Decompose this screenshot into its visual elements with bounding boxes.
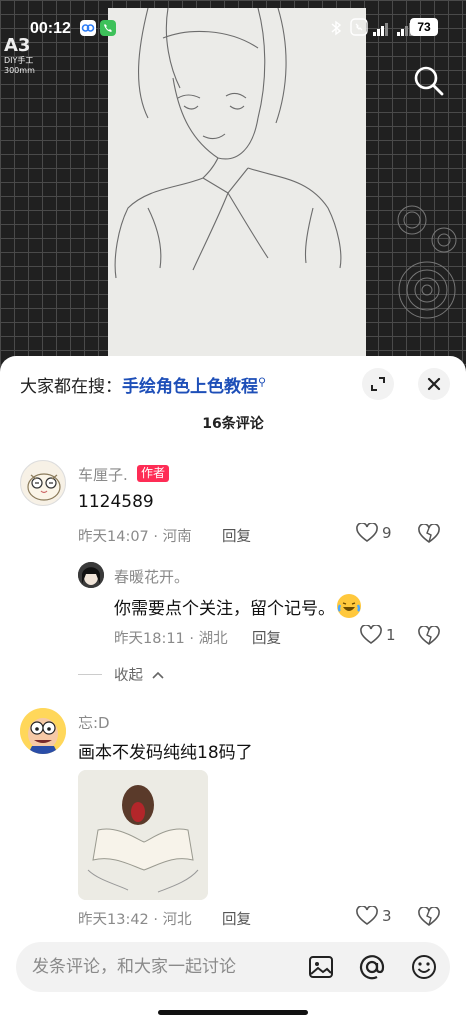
mat-sub2: 300mm — [4, 66, 35, 75]
image-icon — [309, 956, 333, 978]
trending-search[interactable]: 大家都在搜：手绘角色上色教程⚲ — [20, 372, 266, 397]
comment-text-content: 你需要点个关注，留个记号。 — [114, 599, 335, 619]
phone-notification-icon — [100, 20, 116, 36]
bluetooth-icon — [330, 20, 342, 40]
like-count: 3 — [382, 907, 392, 925]
avatar[interactable] — [20, 708, 66, 754]
avatar-cartoon — [20, 708, 66, 754]
trending-keyword[interactable]: 手绘角色上色教程 — [122, 377, 258, 397]
video-player[interactable]: A3 DIY手工 300mm 00:12 73 — [0, 0, 466, 372]
comment-meta: 昨天18:11 · 湖北 — [114, 631, 228, 647]
emoji-button[interactable] — [411, 954, 437, 980]
comment-username[interactable]: 忘:D — [78, 712, 110, 733]
comment-username[interactable]: 车厘子. — [78, 464, 128, 485]
clock: 00:12 — [30, 20, 71, 37]
comment-image[interactable] — [78, 770, 208, 900]
search-icon — [414, 66, 444, 96]
collapse-replies-button[interactable]: 收起 — [114, 664, 164, 685]
search-button[interactable] — [412, 64, 446, 98]
dislike-button[interactable] — [418, 906, 440, 931]
at-sign-icon — [359, 955, 385, 980]
mat-print: A3 DIY手工 300mm — [4, 36, 35, 76]
comment-text: 1124589 — [78, 492, 154, 512]
avatar-owl — [27, 473, 61, 501]
status-bar: 00:12 73 — [0, 14, 466, 42]
comment-input[interactable] — [32, 942, 292, 992]
dislike-button[interactable] — [418, 625, 440, 650]
comment-text: 你需要点个关注，留个记号。 — [114, 594, 361, 619]
comment-text: 画本不发码纯纯18码了 — [78, 743, 253, 763]
avatar[interactable] — [78, 562, 104, 588]
chevron-up-icon — [152, 671, 164, 679]
comment-meta: 昨天13:42 · 河北 — [78, 912, 192, 928]
laughing-tears-emoji-icon — [337, 594, 361, 618]
battery-indicator: 73 — [410, 18, 438, 36]
comment-username[interactable]: 春暖花开。 — [114, 566, 189, 587]
mat-circles — [397, 205, 457, 319]
like-count: 9 — [382, 524, 392, 542]
avatar-girl — [78, 562, 104, 588]
image-picker-button[interactable] — [308, 954, 334, 980]
screen: A3 DIY手工 300mm 00:12 73 大家都在搜：手绘角色上色教程⚲ … — [0, 0, 466, 1024]
expand-button[interactable] — [362, 368, 394, 400]
heart-icon — [356, 906, 378, 925]
like-count: 1 — [386, 626, 396, 644]
expand-icon — [371, 377, 385, 391]
close-icon — [427, 377, 441, 391]
author-badge: 作者 — [137, 465, 170, 482]
collapse-label: 收起 — [114, 668, 143, 684]
close-button[interactable] — [418, 368, 450, 400]
trending-prefix: 大家都在搜： — [20, 377, 122, 397]
comment-count: 16条评论 — [202, 416, 264, 432]
heart-icon — [360, 625, 382, 644]
like-button[interactable]: 1 — [360, 625, 396, 645]
like-button[interactable]: 9 — [356, 523, 392, 543]
reply-button[interactable]: 回复 — [252, 627, 281, 648]
smiley-icon — [412, 955, 436, 979]
home-indicator[interactable] — [158, 1010, 308, 1015]
broken-heart-icon — [418, 523, 440, 543]
sketch-drawing — [114, 7, 342, 279]
comment-input-bar — [16, 942, 450, 992]
broken-heart-icon — [418, 906, 440, 926]
signal-icon-1 — [372, 22, 390, 39]
comment-meta: 昨天14:07 · 河南 — [78, 529, 192, 545]
heart-icon — [356, 523, 378, 542]
comments-sheet: 大家都在搜：手绘角色上色教程⚲ 16条评论 车厘子. 作者 1124589 昨天… — [0, 356, 466, 1024]
hd-call-icon — [350, 18, 368, 40]
meme-image — [78, 770, 208, 900]
mat-sub: DIY手工 — [4, 56, 34, 65]
reply-button[interactable]: 回复 — [222, 908, 251, 929]
app-notification-icon — [80, 20, 96, 36]
sketch-paper — [108, 7, 366, 360]
search-small-icon: ⚲ — [258, 375, 267, 389]
collapse-divider — [78, 674, 102, 675]
mention-button[interactable] — [359, 954, 385, 980]
broken-heart-icon — [418, 625, 440, 645]
avatar[interactable] — [20, 460, 66, 506]
like-button[interactable]: 3 — [356, 906, 392, 926]
dislike-button[interactable] — [418, 523, 440, 548]
reply-button[interactable]: 回复 — [222, 525, 251, 546]
